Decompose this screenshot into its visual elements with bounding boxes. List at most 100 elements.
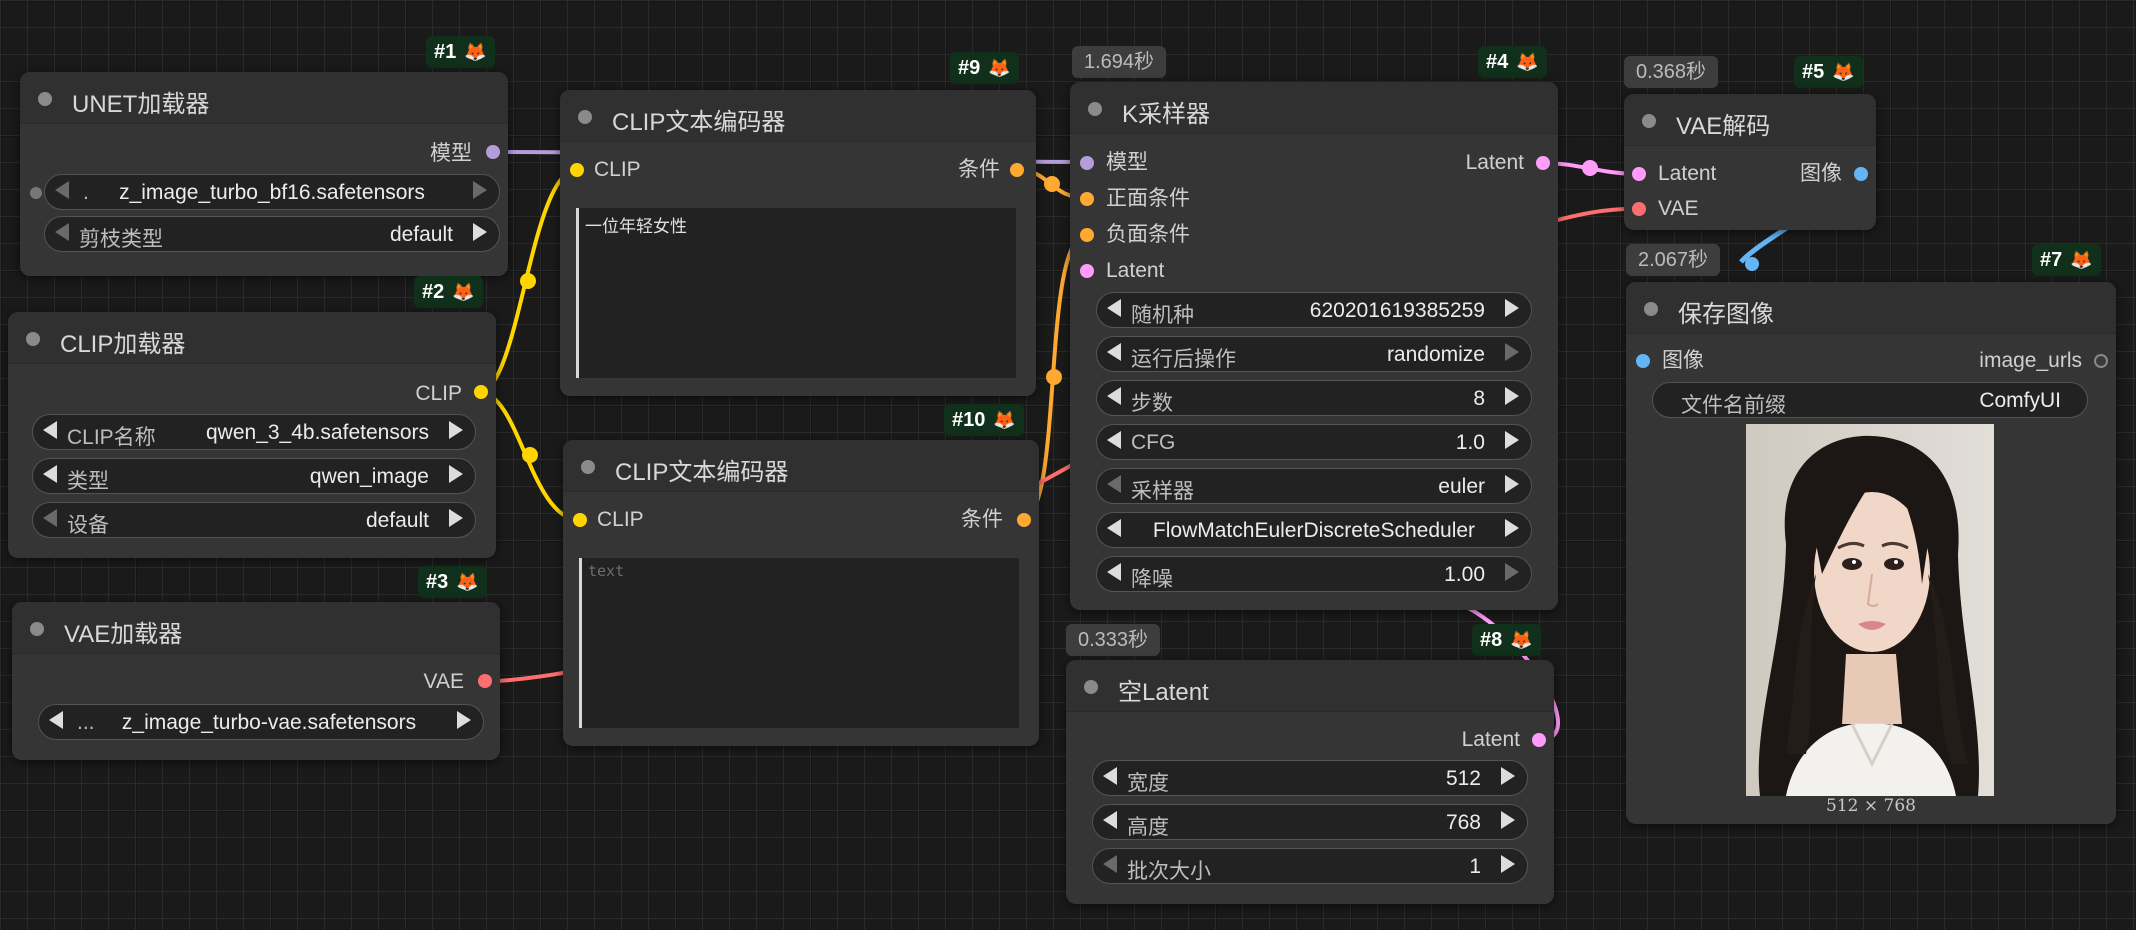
node-header[interactable]: CLIP加载器 bbox=[8, 312, 496, 364]
node-header[interactable]: 空Latent bbox=[1066, 660, 1554, 712]
clip-text-encode-positive-node[interactable]: CLIP文本编码器 CLIP 条件 一位年轻女性 bbox=[560, 90, 1036, 396]
arrow-left-icon[interactable] bbox=[55, 223, 69, 241]
seed-widget[interactable]: 随机种 620201619385259 bbox=[1096, 292, 1532, 328]
unet-name-select[interactable]: . z_image_turbo_bf16.safetensors bbox=[44, 174, 500, 210]
filename-prefix-widget[interactable]: 文件名前缀 ComfyUI bbox=[1652, 382, 2088, 418]
save-image-node[interactable]: 保存图像 图像 image_urls 文件名前缀 ComfyUI 512 × 7… bbox=[1626, 282, 2116, 824]
input-label-model: 模型 bbox=[1106, 151, 1148, 174]
node-header[interactable]: 保存图像 bbox=[1626, 282, 2116, 334]
output-port-latent[interactable] bbox=[1532, 733, 1546, 747]
vae-loader-node[interactable]: VAE加载器 VAE ... z_image_turbo-vae.safeten… bbox=[12, 602, 500, 760]
input-port-image[interactable] bbox=[1636, 354, 1650, 368]
output-port-conditioning[interactable] bbox=[1017, 513, 1031, 527]
vae-decode-node[interactable]: VAE解码 Latent VAE 图像 bbox=[1624, 94, 1876, 230]
output-port-model[interactable] bbox=[486, 145, 500, 159]
collapse-dot-icon[interactable] bbox=[578, 110, 592, 124]
badge-id: #10 bbox=[952, 409, 986, 431]
arrow-left-icon[interactable] bbox=[1103, 855, 1117, 873]
vae-name-select[interactable]: ... z_image_turbo-vae.safetensors bbox=[38, 704, 484, 740]
clip-loader-node[interactable]: CLIP加载器 CLIP CLIP名称 qwen_3_4b.safetensor… bbox=[8, 312, 496, 558]
input-port-model[interactable] bbox=[1080, 156, 1094, 170]
prompt-textarea[interactable]: text bbox=[579, 558, 1019, 728]
input-port-clip[interactable] bbox=[570, 163, 584, 177]
denoise-widget[interactable]: 降噪 1.00 bbox=[1096, 556, 1532, 592]
scheduler-widget[interactable]: FlowMatchEulerDiscreteScheduler bbox=[1096, 512, 1532, 548]
collapse-dot-icon[interactable] bbox=[1084, 680, 1098, 694]
arrow-right-icon[interactable] bbox=[1505, 475, 1519, 493]
collapse-dot-icon[interactable] bbox=[1088, 102, 1102, 116]
arrow-left-icon[interactable] bbox=[1103, 767, 1117, 785]
input-port-vae[interactable] bbox=[1632, 202, 1646, 216]
arrow-right-icon[interactable] bbox=[1501, 811, 1515, 829]
cfg-widget[interactable]: CFG 1.0 bbox=[1096, 424, 1532, 460]
node-header[interactable]: CLIP文本编码器 bbox=[563, 440, 1039, 492]
arrow-right-icon[interactable] bbox=[473, 223, 487, 241]
collapse-dot-icon[interactable] bbox=[26, 332, 40, 346]
arrow-left-icon[interactable] bbox=[55, 181, 69, 199]
node-header[interactable]: VAE解码 bbox=[1624, 94, 1876, 146]
clip-text-encode-negative-node[interactable]: CLIP文本编码器 CLIP 条件 text bbox=[563, 440, 1039, 746]
ksampler-node[interactable]: K采样器 模型 正面条件 负面条件 Latent Latent 随机种 6202… bbox=[1070, 82, 1558, 610]
arrow-right-icon[interactable] bbox=[1501, 767, 1515, 785]
node-header[interactable]: UNET加载器 bbox=[20, 72, 508, 124]
arrow-left-icon[interactable] bbox=[1107, 519, 1121, 537]
arrow-right-icon[interactable] bbox=[449, 509, 463, 527]
output-port-vae[interactable] bbox=[478, 674, 492, 688]
arrow-right-icon[interactable] bbox=[1501, 855, 1515, 873]
preview-image[interactable] bbox=[1746, 424, 1994, 796]
arrow-right-icon[interactable] bbox=[1505, 343, 1519, 361]
arrow-left-icon[interactable] bbox=[43, 421, 57, 439]
collapse-dot-icon[interactable] bbox=[1644, 302, 1658, 316]
arrow-right-icon[interactable] bbox=[1505, 387, 1519, 405]
unet-loader-node[interactable]: UNET加载器 模型 . z_image_turbo_bf16.safetens… bbox=[20, 72, 508, 276]
arrow-left-icon[interactable] bbox=[1107, 299, 1121, 317]
output-port-clip[interactable] bbox=[474, 385, 488, 399]
arrow-left-icon[interactable] bbox=[43, 465, 57, 483]
arrow-left-icon[interactable] bbox=[49, 711, 63, 729]
arrow-left-icon[interactable] bbox=[1107, 475, 1121, 493]
node-header[interactable]: CLIP文本编码器 bbox=[560, 90, 1036, 142]
arrow-right-icon[interactable] bbox=[1505, 299, 1519, 317]
clip-device-select[interactable]: 设备 default bbox=[32, 502, 476, 538]
clip-type-select[interactable]: 类型 qwen_image bbox=[32, 458, 476, 494]
output-port-conditioning[interactable] bbox=[1010, 163, 1024, 177]
arrow-left-icon[interactable] bbox=[1107, 563, 1121, 581]
arrow-left-icon[interactable] bbox=[1103, 811, 1117, 829]
empty-latent-node[interactable]: 空Latent Latent 宽度 512 高度 768 批次大小 1 bbox=[1066, 660, 1554, 904]
arrow-right-icon[interactable] bbox=[449, 421, 463, 439]
sampler-widget[interactable]: 采样器 euler bbox=[1096, 468, 1532, 504]
prompt-textarea[interactable]: 一位年轻女性 bbox=[576, 208, 1016, 378]
height-widget[interactable]: 高度 768 bbox=[1092, 804, 1528, 840]
arrow-right-icon[interactable] bbox=[449, 465, 463, 483]
arrow-right-icon[interactable] bbox=[1505, 563, 1519, 581]
width-widget[interactable]: 宽度 512 bbox=[1092, 760, 1528, 796]
arrow-right-icon[interactable] bbox=[1505, 519, 1519, 537]
collapse-dot-icon[interactable] bbox=[38, 92, 52, 106]
weight-dtype-select[interactable]: 剪枝类型 default bbox=[44, 216, 500, 252]
arrow-right-icon[interactable] bbox=[473, 181, 487, 199]
output-port-image-urls[interactable] bbox=[2094, 354, 2108, 368]
input-port-negative[interactable] bbox=[1080, 228, 1094, 242]
node-header[interactable]: K采样器 bbox=[1070, 82, 1558, 134]
node-header[interactable]: VAE加载器 bbox=[12, 602, 500, 654]
output-port-image[interactable] bbox=[1854, 167, 1868, 181]
input-port-positive[interactable] bbox=[1080, 192, 1094, 206]
widget-input-port[interactable] bbox=[30, 187, 42, 199]
output-port-latent[interactable] bbox=[1536, 156, 1550, 170]
arrow-right-icon[interactable] bbox=[1505, 431, 1519, 449]
collapse-dot-icon[interactable] bbox=[581, 460, 595, 474]
arrow-left-icon[interactable] bbox=[43, 509, 57, 527]
arrow-left-icon[interactable] bbox=[1107, 387, 1121, 405]
input-port-clip[interactable] bbox=[573, 513, 587, 527]
input-port-latent[interactable] bbox=[1632, 167, 1646, 181]
collapse-dot-icon[interactable] bbox=[30, 622, 44, 636]
clip-name-select[interactable]: CLIP名称 qwen_3_4b.safetensors bbox=[32, 414, 476, 450]
batch-size-widget[interactable]: 批次大小 1 bbox=[1092, 848, 1528, 884]
input-port-latent[interactable] bbox=[1080, 264, 1094, 278]
steps-widget[interactable]: 步数 8 bbox=[1096, 380, 1532, 416]
arrow-left-icon[interactable] bbox=[1107, 431, 1121, 449]
collapse-dot-icon[interactable] bbox=[1642, 114, 1656, 128]
arrow-right-icon[interactable] bbox=[457, 711, 471, 729]
arrow-left-icon[interactable] bbox=[1107, 343, 1121, 361]
control-after-generate-widget[interactable]: 运行后操作 randomize bbox=[1096, 336, 1532, 372]
